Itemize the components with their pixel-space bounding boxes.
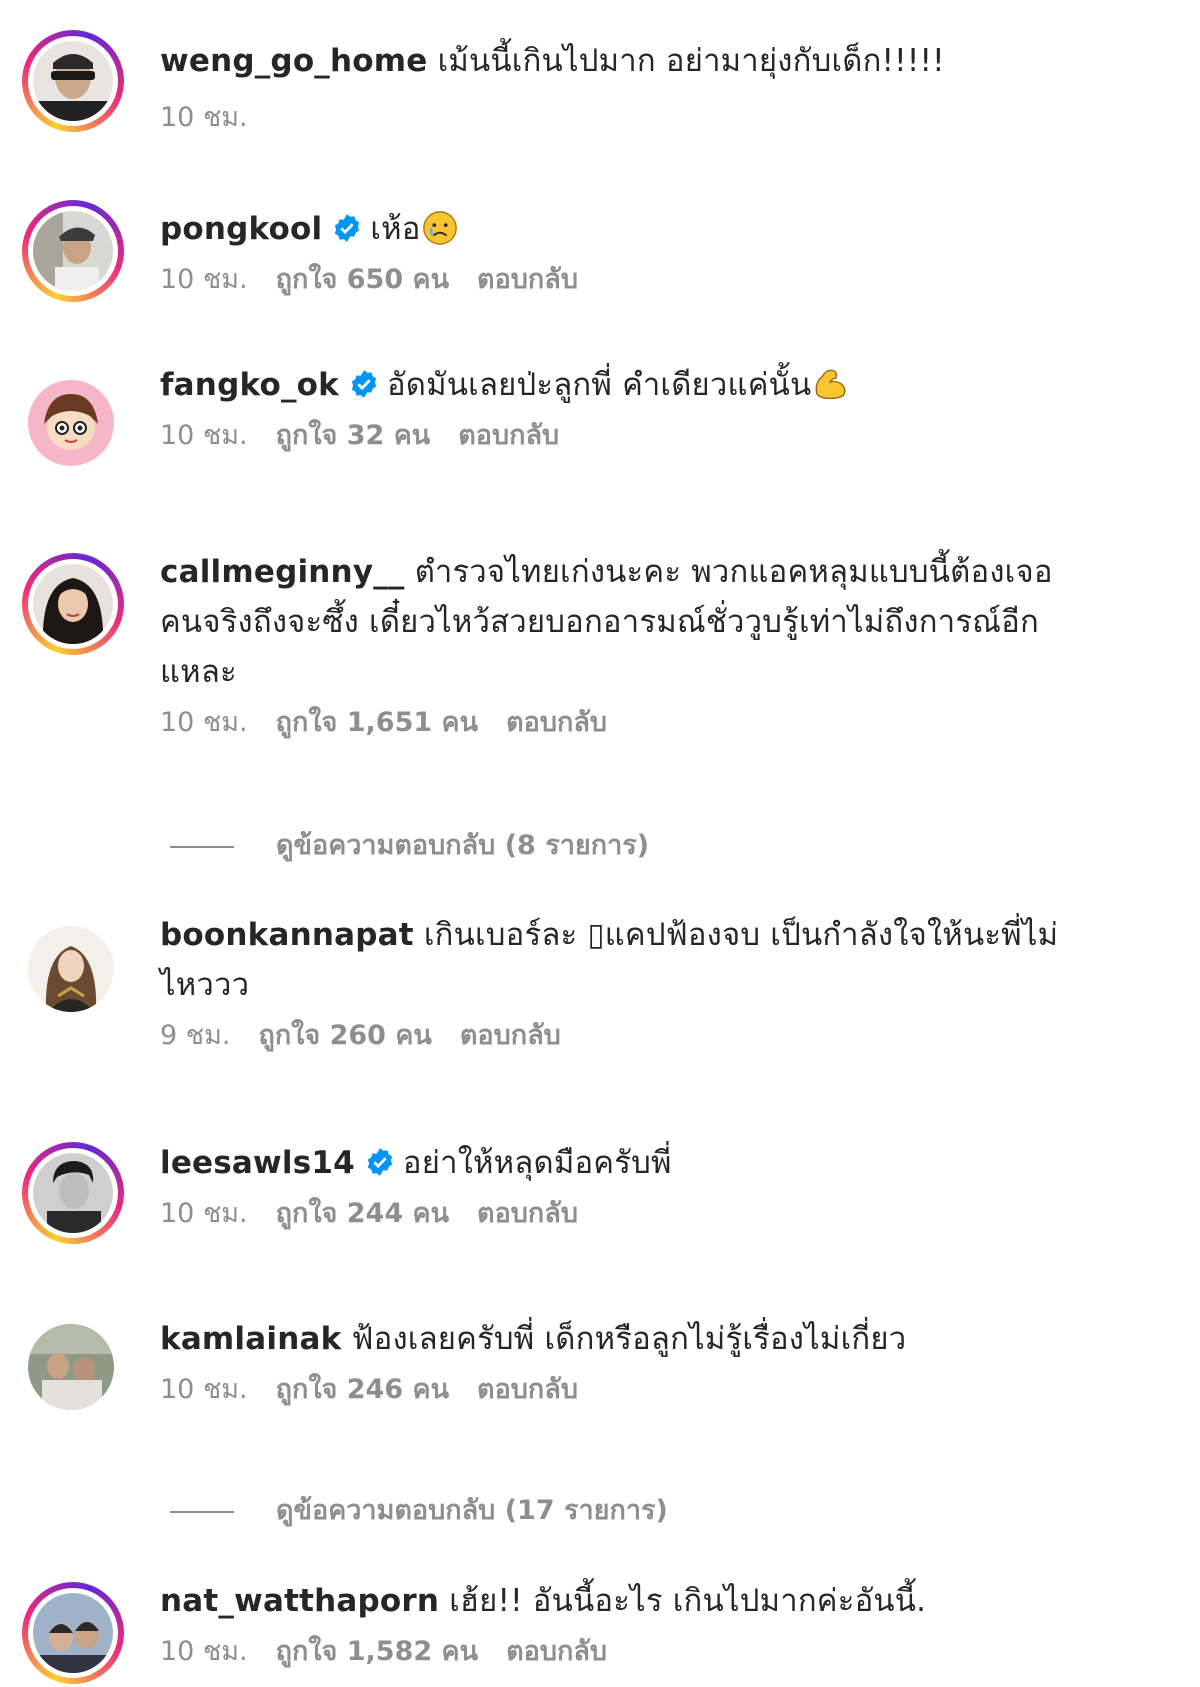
- avatar: [33, 1593, 113, 1673]
- comment-text: nat_watthaporn เฮ้ย!! อันนี้อะไร เกินไปม…: [160, 1576, 1150, 1626]
- avatar-story-ring[interactable]: [22, 1582, 124, 1684]
- avatar: [33, 211, 113, 291]
- comment-text: fangko_ok อัดมันเลยป่ะลูกพี่ คำเดียวแค่นั…: [160, 360, 1150, 410]
- comment-likes[interactable]: ถูกใจ 1,651 คน: [276, 707, 478, 738]
- view-replies-label: ดูข้อความตอบกลับ (17 รายการ): [276, 1495, 668, 1526]
- comment-meta: 10 ชม. ถูกใจ 1,651 คน ตอบกลับ: [160, 703, 1150, 743]
- comment-body: ตำรวจไทยเก่งนะคะ พวกแอคหลุมแบบนี้ต้องเจอ: [414, 554, 1053, 590]
- comment-body: เม้นนี้เกินไปมาก อย่ามายุ่งกับเด็ก!!!!!: [437, 43, 945, 79]
- comment-username[interactable]: fangko_ok: [160, 367, 339, 403]
- avatar-story-ring[interactable]: [22, 553, 124, 655]
- comment-text: weng_go_home เม้นนี้เกินไปมาก อย่ามายุ่ง…: [160, 36, 1150, 86]
- comment-username[interactable]: weng_go_home: [160, 43, 428, 79]
- comment-body: อย่าให้หลุดมือครับพี่: [402, 1145, 672, 1181]
- avatar: [33, 564, 113, 644]
- comment-time[interactable]: 9 ชม.: [160, 1020, 230, 1051]
- verified-badge-icon: [335, 214, 360, 242]
- reply-button[interactable]: ตอบกลับ: [506, 707, 607, 738]
- divider: [170, 1510, 234, 1513]
- comment-likes[interactable]: ถูกใจ 260 คน: [258, 1020, 431, 1051]
- avatar: [28, 926, 114, 1012]
- comment-text: boonkannapat เกินเบอร์ละ ▯แคปฟ้องจบ เป็น…: [160, 910, 1150, 960]
- comment-time[interactable]: 10 ชม.: [160, 1198, 248, 1229]
- comment-username[interactable]: kamlainak: [160, 1321, 341, 1357]
- comment-text-line: คนจริงถึงจะซึ้ง เดี๋ยวไหว้สวยบอกอารมณ์ชั…: [160, 604, 1039, 640]
- view-replies-button[interactable]: ดูข้อความตอบกลับ (17 รายการ): [170, 1491, 668, 1531]
- comment-username[interactable]: pongkool: [160, 211, 322, 247]
- comment-likes[interactable]: ถูกใจ 244 คน: [276, 1198, 449, 1229]
- reply-button[interactable]: ตอบกลับ: [477, 264, 578, 295]
- divider: [170, 845, 234, 848]
- verified-badge-icon: [367, 1148, 393, 1176]
- comment-text-line: ไหววว: [160, 967, 250, 1003]
- comment-time[interactable]: 10 ชม.: [160, 420, 248, 451]
- comment-body: เกินเบอร์ละ ▯แคปฟ้องจบ เป็นกำลังใจให้นะพ…: [423, 917, 1059, 953]
- reply-button[interactable]: ตอบกลับ: [506, 1636, 607, 1667]
- comment-likes[interactable]: ถูกใจ 246 คน: [276, 1374, 449, 1405]
- avatar: [33, 1153, 113, 1233]
- verified-badge-icon: [351, 370, 377, 398]
- reply-button[interactable]: ตอบกลับ: [477, 1198, 578, 1229]
- avatar-wrapper[interactable]: [28, 1324, 118, 1414]
- comment-meta: 10 ชม. ถูกใจ 246 คน ตอบกลับ: [160, 1370, 1150, 1410]
- comment-username[interactable]: nat_watthaporn: [160, 1583, 439, 1619]
- comment-text-line: แหละ: [160, 654, 237, 690]
- comment-time[interactable]: 10 ชม.: [160, 264, 248, 295]
- comment-text: callmeginny__ ตำรวจไทยเก่งนะคะ พวกแอคหลุ…: [160, 547, 1150, 597]
- comment-username[interactable]: callmeginny__: [160, 554, 405, 590]
- comment-text: kamlainak ฟ้องเลยครับพี่ เด็กหรือลูกไม่ร…: [160, 1314, 1150, 1364]
- comment-body: อัดมันเลยป่ะลูกพี่ คำเดียวแค่นั้น: [386, 367, 812, 403]
- comment-likes[interactable]: ถูกใจ 32 คน: [276, 420, 431, 451]
- comment-time[interactable]: 10 ชม.: [160, 1636, 248, 1667]
- reply-button[interactable]: ตอบกลับ: [460, 1020, 561, 1051]
- comment-username[interactable]: boonkannapat: [160, 917, 414, 953]
- reply-button[interactable]: ตอบกลับ: [458, 420, 559, 451]
- comment-meta: 9 ชม. ถูกใจ 260 คน ตอบกลับ: [160, 1016, 1150, 1056]
- comment-meta: 10 ชม.: [160, 98, 1150, 138]
- comment-username[interactable]: leesawls14: [160, 1145, 355, 1181]
- view-replies-button[interactable]: ดูข้อความตอบกลับ (8 รายการ): [170, 826, 649, 866]
- comment-time[interactable]: 10 ชม.: [160, 102, 248, 133]
- avatar-story-ring[interactable]: [22, 1142, 124, 1244]
- comment-body: เห้อ: [370, 211, 421, 247]
- avatar: [28, 380, 114, 466]
- comment-meta: 10 ชม. ถูกใจ 32 คน ตอบกลับ: [160, 416, 1150, 456]
- comment-text: leesawls14 อย่าให้หลุดมือครับพี่: [160, 1138, 1150, 1188]
- comment-meta: 10 ชม. ถูกใจ 244 คน ตอบกลับ: [160, 1194, 1150, 1234]
- comment-text: pongkool เห้อ: [160, 204, 1150, 254]
- avatar-story-ring[interactable]: [22, 30, 124, 132]
- avatar-story-ring[interactable]: [22, 200, 124, 302]
- comment-body: เฮ้ย!! อันนี้อะไร เกินไปมากค่ะอันนี้.: [449, 1583, 927, 1619]
- comment-meta: 10 ชม. ถูกใจ 1,582 คน ตอบกลับ: [160, 1632, 1150, 1672]
- comment-time[interactable]: 10 ชม.: [160, 707, 248, 738]
- avatar-wrapper[interactable]: [28, 926, 118, 1016]
- avatar: [33, 41, 113, 121]
- flexed-biceps-emoji-icon: [816, 369, 846, 400]
- view-replies-label: ดูข้อความตอบกลับ (8 รายการ): [276, 830, 650, 861]
- comment-time[interactable]: 10 ชม.: [160, 1374, 248, 1405]
- avatar-wrapper[interactable]: [28, 380, 118, 470]
- sad-face-emoji-icon: [422, 211, 457, 245]
- comment-body: ฟ้องเลยครับพี่ เด็กหรือลูกไม่รู้เรื่องไม…: [351, 1321, 907, 1357]
- reply-button[interactable]: ตอบกลับ: [477, 1374, 578, 1405]
- comment-likes[interactable]: ถูกใจ 1,582 คน: [276, 1636, 478, 1667]
- comments-list: weng_go_home เม้นนี้เกินไปมาก อย่ามายุ่ง…: [0, 0, 1200, 1687]
- comment-meta: 10 ชม. ถูกใจ 650 คน ตอบกลับ: [160, 260, 1150, 300]
- comment-likes[interactable]: ถูกใจ 650 คน: [276, 264, 449, 295]
- avatar: [28, 1324, 114, 1410]
